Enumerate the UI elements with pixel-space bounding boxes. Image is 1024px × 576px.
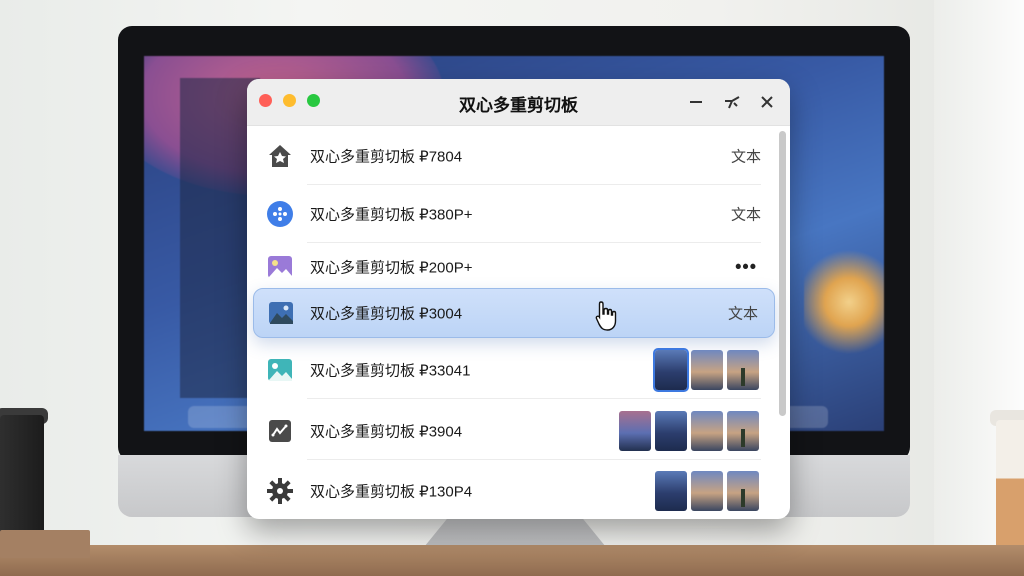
image-teal-icon: [265, 355, 295, 385]
image-thumbnail[interactable]: [691, 350, 723, 390]
more-options-button[interactable]: •••: [735, 257, 757, 278]
home-icon: [265, 141, 295, 171]
title-bar: 双心多重剪切板: [247, 79, 790, 126]
image-thumbnail[interactable]: [727, 411, 759, 451]
item-label: 双心多重剪切板 ₽380P+: [310, 206, 473, 224]
divider: [307, 459, 761, 460]
scrollbar[interactable]: [779, 131, 786, 416]
item-label: 双心多重剪切板 ₽130P4: [310, 483, 473, 501]
image-thumbnail[interactable]: [653, 348, 689, 392]
item-label: 双心多重剪切板 ₽7804: [310, 148, 463, 166]
image-thumbnail[interactable]: [727, 350, 759, 390]
thumbnail-strip: [619, 411, 759, 451]
chart-check-icon: [265, 416, 295, 446]
thumbnail-strip: [653, 348, 759, 392]
item-label: 双心多重剪切板 ₽3904: [310, 423, 463, 441]
clipboard-item[interactable]: 双心多重剪切板 ₽130P4: [247, 462, 775, 519]
image-thumbnail[interactable]: [691, 411, 723, 451]
pin-icon[interactable]: [719, 89, 745, 115]
clipboard-item-selected[interactable]: 双心多重剪切板 ₽3004 文本: [253, 288, 775, 338]
item-type: 文本: [730, 206, 761, 224]
clipboard-item[interactable]: 双心多重剪切板 ₽7804 文本: [247, 127, 775, 185]
minimize-icon[interactable]: [683, 89, 709, 115]
gear-icon: [265, 476, 295, 506]
item-type: 文本: [730, 148, 761, 166]
image-thumbnail[interactable]: [619, 411, 651, 451]
image-thumbnail[interactable]: [727, 471, 759, 511]
item-type: 文本: [727, 305, 758, 323]
clipboard-item[interactable]: 双心多重剪切板 ₽3904: [247, 402, 775, 460]
paper-cup: [996, 420, 1024, 550]
image-icon: [266, 298, 296, 328]
thumbnail-strip: [655, 471, 759, 511]
divider: [307, 398, 761, 399]
clipboard-window: 双心多重剪切板 双心多重剪切板 ₽7804 文本 双心多重剪切板 ₽380P+: [247, 79, 790, 519]
item-label: 双心多重剪切板 ₽200P+: [310, 259, 473, 277]
close-icon[interactable]: [754, 89, 780, 115]
clipboard-list: 双心多重剪切板 ₽7804 文本 双心多重剪切板 ₽380P+ 文本 双心多重剪…: [247, 125, 775, 519]
book: [0, 530, 90, 558]
item-label: 双心多重剪切板 ₽3004: [310, 305, 463, 323]
desk: [0, 545, 1024, 576]
clipboard-item[interactable]: 双心多重剪切板 ₽380P+ 文本: [247, 185, 775, 243]
item-label: 双心多重剪切板 ₽33041: [310, 362, 471, 380]
image-thumbnail[interactable]: [691, 471, 723, 511]
image-thumbnail[interactable]: [655, 471, 687, 511]
clipboard-item[interactable]: 双心多重剪切板 ₽33041: [247, 341, 775, 399]
hand-cursor-icon: [595, 301, 617, 331]
image-purple-icon: [265, 252, 295, 282]
app-circle-icon: [265, 199, 295, 229]
wallpaper-sun: [804, 236, 884, 356]
image-thumbnail[interactable]: [655, 411, 687, 451]
